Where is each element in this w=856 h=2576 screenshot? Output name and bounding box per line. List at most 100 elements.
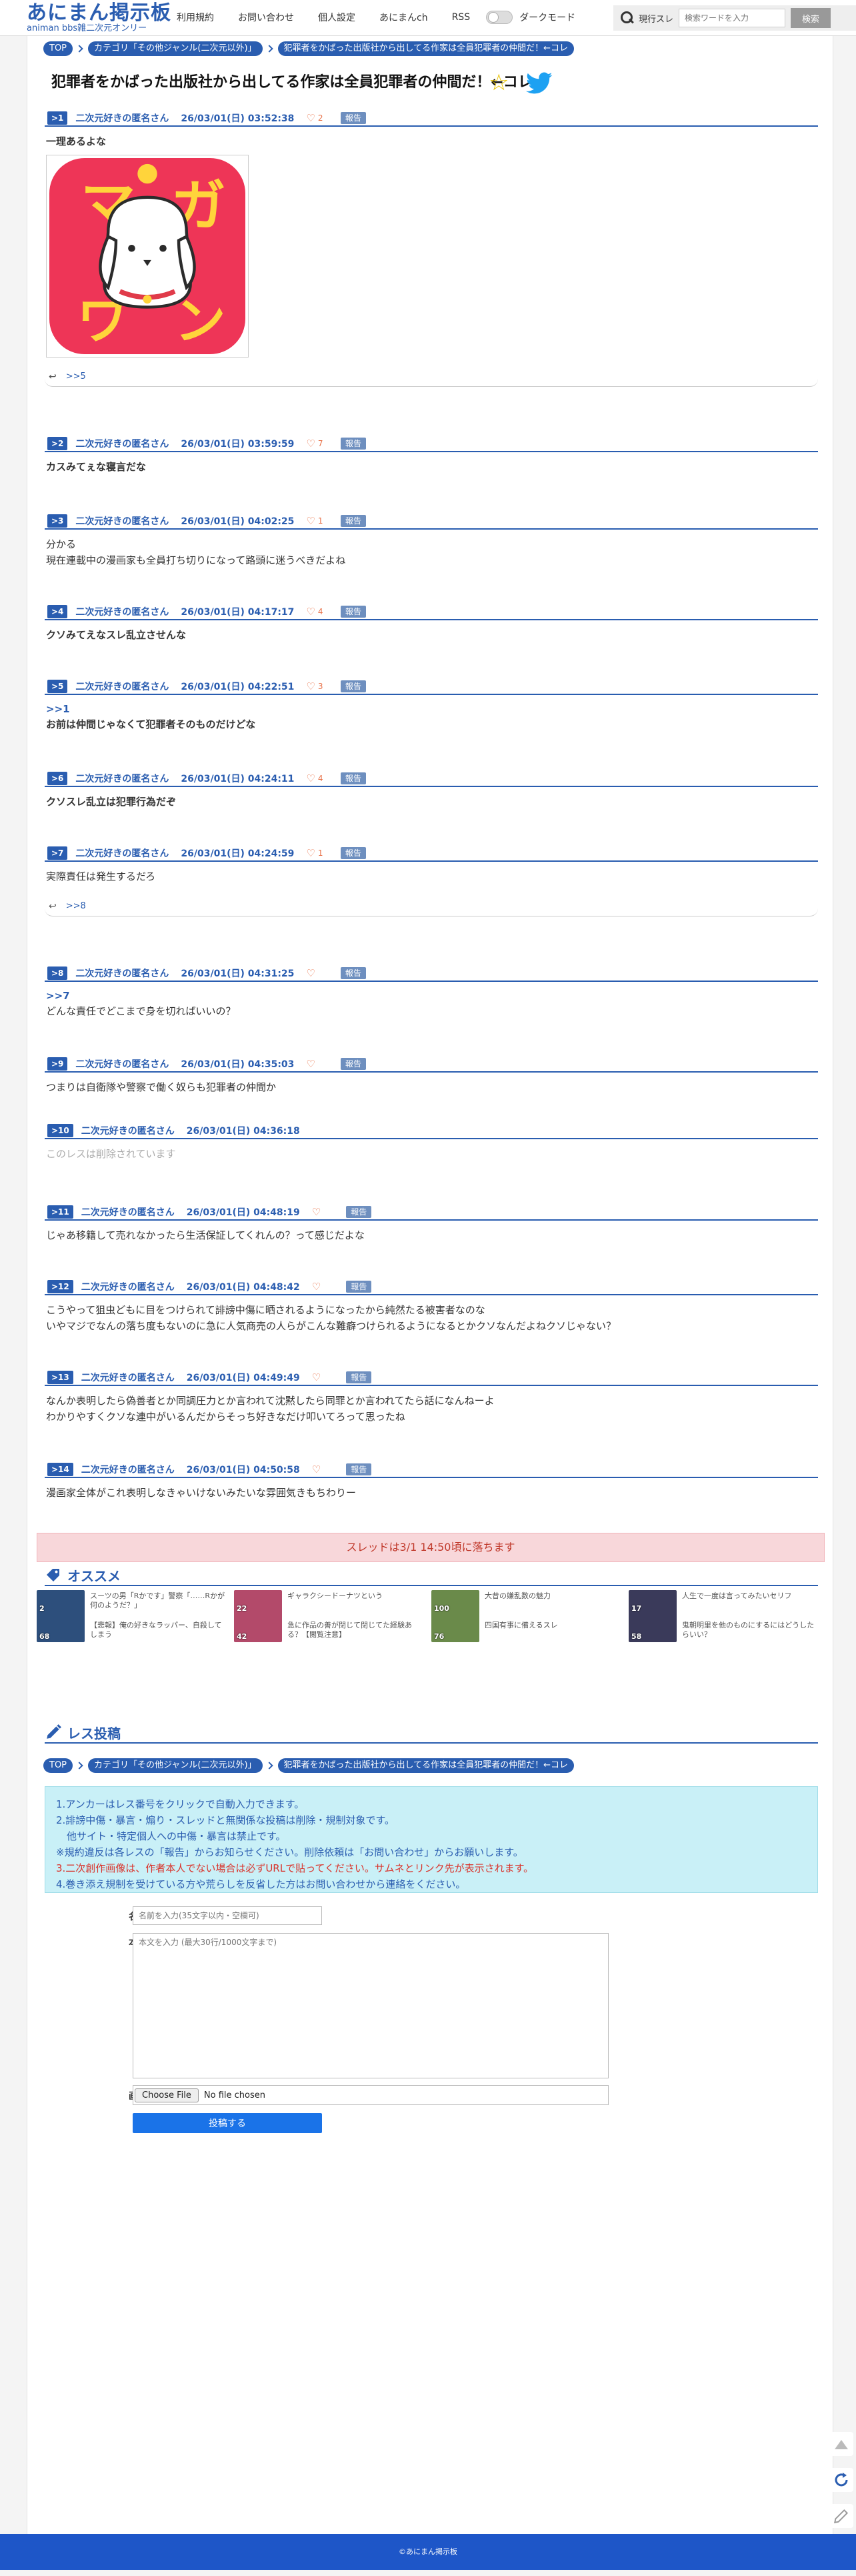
heart-icon[interactable]: ♡ — [312, 1281, 321, 1293]
recommend-link[interactable]: 急に作品の善が閉じて閉じてた経験ある？【閲覧注意】 — [287, 1621, 426, 1640]
nav-contact[interactable]: お問い合わせ — [238, 11, 294, 24]
choose-file-button[interactable]: Choose File — [135, 2088, 199, 2102]
post-number[interactable]: >9 — [47, 1057, 68, 1071]
report-button[interactable]: 報告 — [346, 1206, 372, 1218]
compose-button[interactable] — [829, 2504, 853, 2528]
report-button[interactable]: 報告 — [346, 1371, 372, 1383]
recommend-thumbnail[interactable]: 17 58 — [629, 1590, 677, 1642]
heart-icon[interactable]: ♡ — [306, 515, 315, 527]
breadcrumb-top[interactable]: TOP — [43, 41, 73, 56]
post-body: クソみてえなスレ乱立させんな — [45, 627, 818, 643]
heart-icon[interactable]: ♡ — [306, 967, 315, 979]
name-input[interactable] — [133, 1906, 322, 1925]
report-button[interactable]: 報告 — [340, 772, 366, 784]
recommend-link[interactable]: ギャラクシードーナツという — [287, 1591, 426, 1601]
recommend-grid: 2 68 スーツの男「Rかです」警察「……Rかが何のようだ？」 【悲報】俺の好き… — [37, 1590, 825, 1646]
image-file-input[interactable]: Choose File No file chosen — [133, 2085, 609, 2105]
reply-row: ↩ >>8 — [45, 896, 818, 916]
rule-line: 2.誹謗中傷・暴言・煽り・スレッドと無関係な投稿は削除・規制対象です。 — [56, 1814, 395, 1826]
recommend-link[interactable]: 【悲報】俺の好きなラッパー、自殺してしまう — [90, 1621, 229, 1640]
breadcrumb-top[interactable]: TOP — [43, 1758, 73, 1773]
post-number[interactable]: >10 — [47, 1124, 73, 1137]
recommend-item[interactable]: 2 68 スーツの男「Rかです」警察「……Rかが何のようだ？」 【悲報】俺の好き… — [37, 1590, 230, 1646]
post-number[interactable]: >11 — [47, 1205, 73, 1219]
heart-icon[interactable]: ♡ — [312, 1206, 321, 1218]
dark-mode-toggle[interactable] — [486, 11, 513, 24]
rule-line: 1.アンカーはレス番号をクリックで自動入力できます。 — [56, 1798, 305, 1810]
site-footer: ©あにまん掲示板 — [0, 2534, 856, 2570]
post-header: >6 二次元好きの匿名さん 26/03/01(日) 04:24:11 ♡ 4 報… — [45, 771, 818, 787]
post-number[interactable]: >3 — [47, 514, 68, 528]
post-number[interactable]: >6 — [47, 772, 68, 785]
scroll-top-button[interactable] — [829, 2432, 853, 2456]
anchor-link[interactable]: >>7 — [45, 989, 818, 1003]
recommend-link[interactable]: 鬼朝明里を他のものにするにはどうしたらいい？ — [682, 1621, 821, 1640]
nav-animanch[interactable]: あにまんch — [379, 11, 428, 24]
recommend-thumbnail[interactable]: 22 42 — [234, 1590, 282, 1642]
heart-icon[interactable]: ♡ — [306, 1058, 315, 1070]
breadcrumb-category[interactable]: カテゴリ「その他ジャンル(二次元以外)」 — [88, 1758, 263, 1773]
recommend-item[interactable]: 17 58 人生で一度は言ってみたいセリフ 鬼朝明里を他のものにするにはどうした… — [629, 1590, 822, 1646]
recommend-link[interactable]: 大昔の嫌乱数の魅力 — [485, 1591, 623, 1601]
reply-link[interactable]: >>5 — [66, 372, 86, 382]
post-date: 26/03/01(日) 04:31:25 — [181, 969, 295, 979]
post-number[interactable]: >8 — [47, 967, 68, 980]
post-1: >1 二次元好きの匿名さん 26/03/01(日) 03:52:38 ♡ 2 報… — [45, 111, 818, 387]
poster-name: 二次元好きの匿名さん — [75, 439, 169, 450]
heart-icon[interactable]: ♡ — [306, 606, 315, 618]
submit-post-button[interactable]: 投稿する — [133, 2113, 322, 2133]
nav-settings[interactable]: 個人設定 — [318, 11, 355, 24]
post-number[interactable]: >5 — [47, 680, 68, 693]
favorite-star-icon[interactable]: ☆ — [489, 69, 509, 96]
report-button[interactable]: 報告 — [340, 847, 366, 859]
report-button[interactable]: 報告 — [340, 680, 366, 692]
recommend-thumbnail[interactable]: 2 68 — [37, 1590, 85, 1642]
recommend-link[interactable]: 人生で一度は言ってみたいセリフ — [682, 1591, 821, 1601]
breadcrumb-thread[interactable]: 犯罪者をかばった出版社から出してる作家は全員犯罪者の仲間だ！←コレ — [277, 41, 575, 56]
nav-terms[interactable]: 利用規約 — [177, 11, 214, 24]
reload-button[interactable] — [829, 2468, 853, 2492]
nav-rss[interactable]: RSS — [452, 12, 471, 23]
post-date: 26/03/01(日) 04:24:11 — [181, 774, 295, 784]
post-body: 漫画家全体がこれ表明しなきゃいけないみたいな雰囲気きもちわりー — [45, 1485, 818, 1501]
report-button[interactable]: 報告 — [346, 1463, 372, 1475]
heart-icon[interactable]: ♡ — [306, 772, 315, 784]
body-textarea[interactable] — [133, 1933, 609, 2078]
reply-link[interactable]: >>8 — [66, 901, 86, 911]
post-image[interactable]: マ ガ ワ ン — [46, 155, 249, 358]
report-button[interactable]: 報告 — [340, 606, 366, 618]
post-number[interactable]: >1 — [47, 111, 68, 125]
report-button[interactable]: 報告 — [340, 967, 366, 979]
heart-icon[interactable]: ♡ — [306, 680, 315, 692]
search-scope-select[interactable]: 現行スレ — [639, 12, 673, 25]
report-button[interactable]: 報告 — [340, 112, 366, 124]
recommend-link[interactable]: スーツの男「Rかです」警察「……Rかが何のようだ？」 — [90, 1591, 229, 1610]
post-number[interactable]: >7 — [47, 846, 68, 860]
report-button[interactable]: 報告 — [340, 1058, 366, 1070]
report-button[interactable]: 報告 — [340, 438, 366, 450]
site-logo[interactable]: あにまん掲示板 animan bbs雑二次元オンリー — [27, 1, 171, 33]
twitter-share-icon[interactable] — [526, 72, 553, 95]
heart-icon[interactable]: ♡ — [312, 1463, 321, 1475]
report-button[interactable]: 報告 — [340, 515, 366, 527]
breadcrumb-category[interactable]: カテゴリ「その他ジャンル(二次元以外)」 — [88, 41, 263, 56]
post-number[interactable]: >4 — [47, 605, 68, 618]
heart-icon[interactable]: ♡ — [306, 112, 315, 124]
breadcrumb-thread[interactable]: 犯罪者をかばった出版社から出してる作家は全員犯罪者の仲間だ！←コレ — [277, 1758, 575, 1773]
post-number[interactable]: >13 — [47, 1371, 73, 1384]
heart-icon[interactable]: ♡ — [306, 438, 315, 450]
anchor-link[interactable]: >>1 — [45, 702, 818, 716]
heart-icon[interactable]: ♡ — [312, 1371, 321, 1383]
search-button[interactable]: 検索 — [791, 8, 831, 28]
search-input[interactable] — [679, 9, 786, 27]
recommend-thumbnail[interactable]: 100 76 — [431, 1590, 479, 1642]
post-number[interactable]: >12 — [47, 1280, 73, 1293]
post-number[interactable]: >2 — [47, 437, 68, 450]
recommend-item[interactable]: 100 76 大昔の嫌乱数の魅力 四国有事に備えるスレ — [431, 1590, 625, 1646]
report-button[interactable]: 報告 — [346, 1281, 372, 1293]
heart-icon[interactable]: ♡ — [306, 847, 315, 859]
recommend-item[interactable]: 22 42 ギャラクシードーナツという 急に作品の善が閉じて閉じてた経験ある？【… — [234, 1590, 427, 1646]
post-number[interactable]: >14 — [47, 1463, 73, 1476]
recommend-link[interactable]: 四国有事に備えるスレ — [485, 1621, 623, 1630]
post-header: >10 二次元好きの匿名さん 26/03/01(日) 04:36:18 — [45, 1123, 818, 1139]
